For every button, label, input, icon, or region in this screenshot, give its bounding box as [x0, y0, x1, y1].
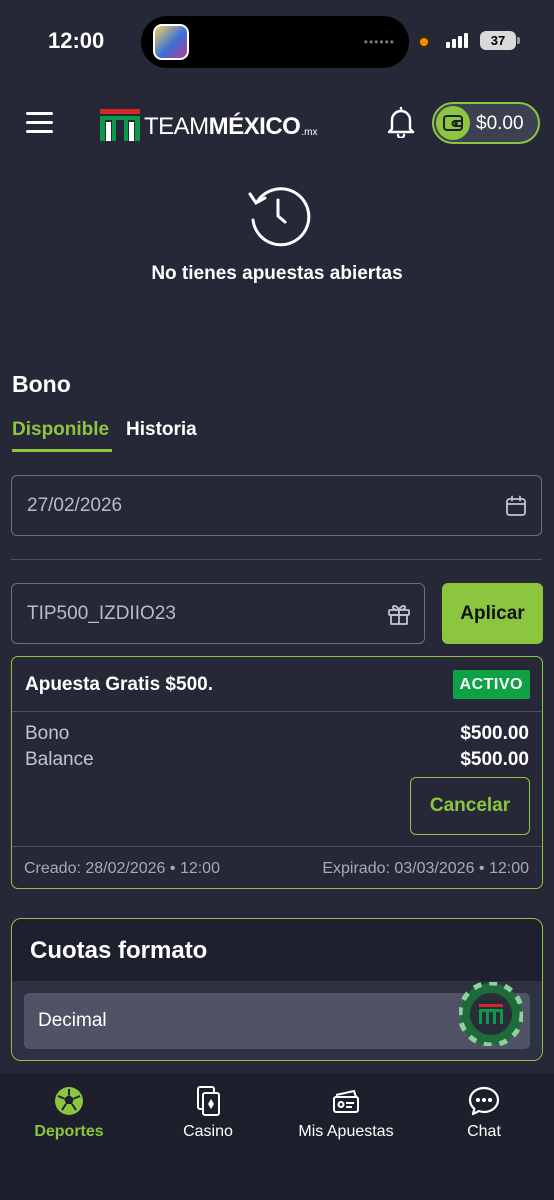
tab-disponible[interactable]: Disponible: [12, 419, 109, 441]
signal-icon: [446, 32, 472, 48]
logo-team: TEAM: [144, 113, 209, 140]
playing-cards-icon: [197, 1086, 220, 1116]
logo-mx: .mx: [301, 127, 318, 138]
bono-row-label: Bono: [25, 723, 70, 744]
app-icon: [153, 24, 189, 60]
battery-tip: [517, 37, 520, 44]
gift-icon: [387, 602, 411, 626]
card-footer-divider: [12, 846, 542, 847]
wallet-amount: $0.00: [476, 113, 524, 134]
bonus-name: Apuesta Gratis $500.: [25, 674, 213, 695]
date-value: 27/02/2026: [27, 495, 123, 516]
hamburger-menu-icon[interactable]: [26, 112, 54, 134]
bell-icon[interactable]: [387, 106, 415, 140]
battery-icon: 37: [480, 31, 516, 50]
nav-mis-apuestas[interactable]: Mis Apuestas: [286, 1085, 406, 1141]
no-open-bets-message: No tienes apuestas abiertas: [151, 263, 403, 284]
active-tab-indicator: [12, 449, 112, 452]
status-badge: ACTIVO: [452, 670, 530, 699]
cancel-bonus-button[interactable]: Cancelar: [410, 777, 530, 835]
section-divider: [11, 559, 542, 560]
odds-format-title: Cuotas formato: [30, 937, 208, 964]
nav-chat[interactable]: Chat: [424, 1085, 544, 1141]
island-dots-icon: ••••••: [363, 35, 395, 49]
dynamic-island: ••••••: [141, 16, 409, 68]
bonus-code-input[interactable]: TIP500_IZDIIO23: [11, 583, 425, 644]
wallet-balance-button[interactable]: $0.00: [432, 102, 540, 144]
history-clock-icon: [245, 182, 311, 248]
nav-label: Mis Apuestas: [298, 1123, 394, 1140]
privacy-indicator-icon: [418, 36, 430, 48]
status-time: 12:00: [48, 28, 105, 53]
bono-title: Bono: [12, 371, 71, 397]
date-picker-field[interactable]: 27/02/2026: [11, 475, 542, 536]
nav-label: Casino: [183, 1123, 233, 1140]
soccer-ball-icon: [55, 1087, 83, 1115]
bonus-card: Apuesta Gratis $500. ACTIVO Bono $500.00…: [11, 656, 543, 889]
logo-mark-icon: [100, 109, 140, 141]
odds-format-select[interactable]: Decimal: [24, 993, 530, 1049]
balance-row-value: $500.00: [460, 749, 529, 770]
bonus-code-value: TIP500_IZDIIO23: [27, 603, 176, 624]
odds-format-value: Decimal: [38, 1010, 107, 1031]
status-bar: 12:00 •••••• 37: [0, 0, 554, 82]
tab-historia[interactable]: Historia: [126, 419, 197, 441]
balance-row-label: Balance: [25, 749, 94, 770]
bottom-navigation: Deportes Casino Mis Apuestas Chat: [0, 1073, 554, 1200]
nav-deportes[interactable]: Deportes: [9, 1085, 129, 1141]
bono-row-value: $500.00: [460, 723, 529, 744]
bet-ticket-icon: [333, 1089, 359, 1113]
expired-date: Expirado: 03/03/2026 • 12:00: [322, 860, 529, 877]
wallet-icon: [436, 106, 470, 140]
logo-mexico: MÉXICO: [208, 113, 301, 140]
casino-chip-icon[interactable]: [457, 980, 525, 1048]
nav-label: Deportes: [34, 1123, 104, 1140]
nav-label: Chat: [467, 1123, 501, 1140]
created-date: Creado: 28/02/2026 • 12:00: [24, 860, 220, 877]
bonus-card-header: Apuesta Gratis $500. ACTIVO: [12, 657, 542, 712]
chat-bubble-icon: [468, 1086, 500, 1116]
team-mexico-logo[interactable]: TEAMMÉXICO .mx: [100, 105, 317, 141]
logo-text: TEAMMÉXICO: [144, 113, 301, 141]
nav-casino[interactable]: Casino: [148, 1085, 268, 1141]
calendar-icon[interactable]: [505, 495, 527, 517]
apply-button[interactable]: Aplicar: [442, 583, 543, 644]
